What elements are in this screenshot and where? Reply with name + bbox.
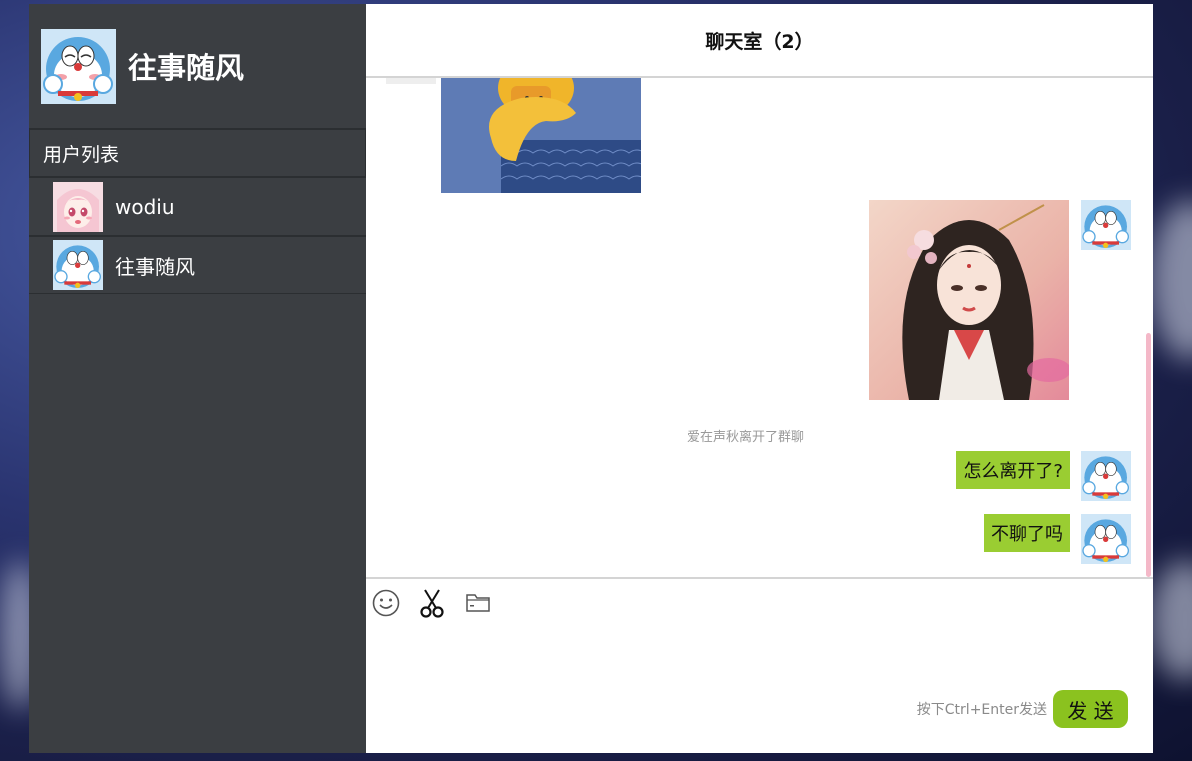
user-avatar	[53, 240, 103, 290]
chat-app-window: 往事随风 用户列表 wodiu 往事随风 聊天室（2） 爱在声秋离开了群聊 怎么…	[29, 4, 1153, 753]
scissors-icon[interactable]	[418, 589, 446, 618]
system-message: 爱在声秋离开了群聊	[687, 430, 805, 445]
painted-woman-image	[869, 200, 1071, 400]
composer-toolbar	[366, 579, 1153, 627]
send-button[interactable]: 发 送	[1053, 690, 1128, 728]
current-user-name: 往事随风	[128, 51, 245, 85]
background-cloud	[1150, 560, 1192, 680]
text-message-bubble[interactable]: 不聊了吗	[984, 514, 1070, 552]
chat-title: 聊天室（2）	[366, 4, 1153, 78]
send-shortcut-hint: 按下Ctrl+Enter发送	[916, 702, 1047, 718]
my-avatar	[1081, 200, 1131, 250]
user-name: wodiu	[115, 194, 175, 219]
image-message[interactable]	[441, 78, 646, 193]
my-avatar	[1081, 451, 1131, 501]
user-list-item[interactable]: 往事随风	[29, 236, 366, 294]
smile-icon[interactable]	[372, 589, 400, 617]
image-message[interactable]	[869, 200, 1071, 400]
background-cloud	[1150, 200, 1192, 360]
text-message-bubble[interactable]: 怎么离开了?	[956, 451, 1070, 489]
current-user-avatar	[41, 28, 116, 104]
user-avatar	[53, 181, 103, 232]
folder-icon[interactable]	[464, 589, 492, 617]
user-name: 往事随风	[115, 254, 195, 279]
message-list-scrollbar[interactable]	[1146, 333, 1151, 577]
yellow-duck-image	[441, 78, 646, 193]
chat-panel: 聊天室（2） 爱在声秋离开了群聊 怎么离开了? 不聊了吗 按下Ctrl+Ente…	[366, 4, 1153, 753]
sidebar: 往事随风 用户列表 wodiu 往事随风	[29, 4, 366, 753]
current-user-profile: 往事随风	[29, 4, 366, 128]
user-list-title: 用户列表	[29, 128, 366, 178]
message-list[interactable]: 爱在声秋离开了群聊 怎么离开了? 不聊了吗	[366, 78, 1153, 579]
user-list-item[interactable]: wodiu	[29, 178, 366, 236]
my-avatar	[1081, 514, 1131, 564]
message-input-area[interactable]: 按下Ctrl+Enter发送 发 送	[366, 627, 1153, 753]
other-avatar-partial	[386, 78, 436, 84]
